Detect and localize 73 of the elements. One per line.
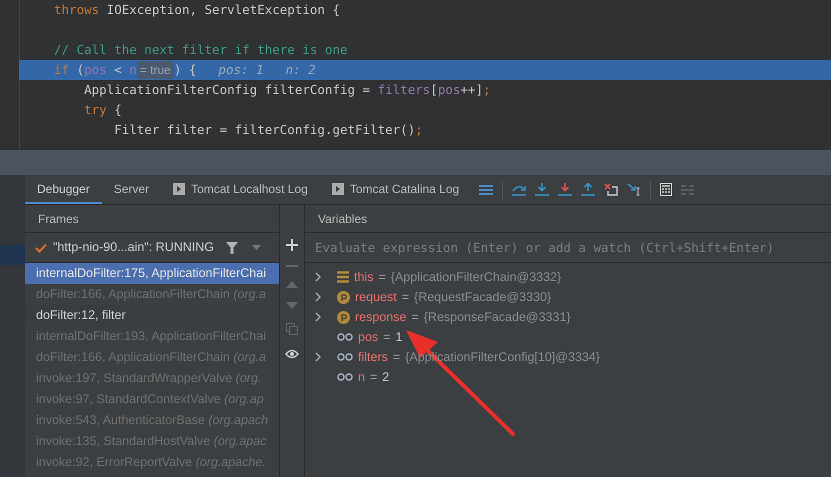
variable-name: filters bbox=[358, 348, 388, 366]
thread-selector[interactable]: "http-nio-90...ain": RUNNING bbox=[53, 238, 214, 257]
inline-value: pos: 1 bbox=[218, 60, 264, 79]
tab[interactable]: Tomcat Localhost Log bbox=[161, 175, 320, 204]
code-token: ( bbox=[76, 60, 84, 79]
variable-name: response bbox=[355, 308, 406, 326]
parameter-icon bbox=[337, 290, 350, 304]
code-token: throws bbox=[54, 0, 100, 19]
code-token: IOException, ServletException { bbox=[106, 0, 340, 19]
code-token: if bbox=[54, 60, 70, 79]
code-token: < bbox=[113, 60, 123, 79]
eye-icon[interactable] bbox=[285, 349, 299, 359]
expression-input-field[interactable]: Evaluate expression (Enter) or add a watch (Ctrl+Shift+Enter) bbox=[305, 233, 831, 263]
inline-value: n: 2 bbox=[286, 60, 316, 79]
variable-name: this bbox=[354, 268, 374, 286]
variable-value: {ApplicationFilterChain@3332} bbox=[390, 268, 562, 286]
local-variable-icon bbox=[337, 373, 353, 381]
step-out-icon[interactable] bbox=[581, 183, 596, 196]
filter-icon[interactable] bbox=[226, 242, 238, 254]
parameter-icon bbox=[337, 310, 350, 324]
variable-value: {RequestFacade@3330} bbox=[414, 288, 552, 306]
equals-sign: = bbox=[402, 288, 410, 306]
variable-value: 2 bbox=[382, 368, 390, 386]
dropdown-arrow-icon[interactable] bbox=[252, 245, 262, 250]
code-token: ; bbox=[482, 80, 491, 99]
code-token: ; bbox=[415, 120, 423, 139]
variable-name: pos bbox=[358, 328, 378, 346]
field-list-icon bbox=[337, 271, 349, 283]
run-to-cursor-icon[interactable] bbox=[627, 183, 642, 196]
local-variable-icon bbox=[337, 353, 353, 361]
variable-value: {ResponseFacade@3331} bbox=[424, 308, 571, 326]
code-comment: // Call the next filter if there is one bbox=[54, 40, 348, 59]
calculator-icon[interactable] bbox=[660, 183, 672, 196]
copy-icon[interactable] bbox=[286, 323, 298, 335]
menu-icon[interactable] bbox=[479, 184, 494, 196]
tab[interactable]: Debugger bbox=[25, 175, 102, 204]
drop-frame-icon[interactable] bbox=[604, 183, 618, 196]
variable-name: request bbox=[355, 288, 397, 306]
tab[interactable]: Tomcat Catalina Log bbox=[320, 175, 472, 204]
code-token: ApplicationFilterConfig filterConfig = bbox=[83, 80, 372, 99]
sidebar-selection bbox=[0, 245, 25, 265]
code-token: pos bbox=[438, 80, 460, 99]
code-token: [ bbox=[430, 80, 438, 99]
down-arrow-icon[interactable] bbox=[286, 302, 298, 309]
code-token: n bbox=[129, 60, 137, 79]
console-icon bbox=[332, 182, 344, 194]
code-token: try bbox=[83, 100, 107, 119]
code-token: { bbox=[113, 100, 122, 119]
step-into-icon[interactable] bbox=[535, 183, 550, 196]
equals-sign: = bbox=[378, 268, 386, 286]
panel-title: Variables bbox=[305, 205, 831, 233]
settings-list-icon[interactable] bbox=[681, 184, 694, 194]
code-token: ++] bbox=[460, 80, 483, 99]
equals-sign: = bbox=[383, 328, 390, 346]
variable-name: n bbox=[358, 368, 365, 386]
up-arrow-icon[interactable] bbox=[286, 281, 298, 288]
equals-sign: = bbox=[370, 368, 378, 386]
code-token: pos bbox=[84, 60, 107, 79]
force-step-into-icon[interactable] bbox=[558, 183, 572, 196]
code-token: filters bbox=[378, 80, 430, 99]
stack-frame[interactable]: internalDoFilter:175, ApplicationFilterChai bbox=[25, 263, 279, 284]
equals-sign: = bbox=[392, 348, 400, 366]
add-icon[interactable] bbox=[286, 239, 298, 251]
code-token: ) { bbox=[174, 60, 196, 79]
step-over-icon[interactable] bbox=[512, 184, 526, 196]
variable-value: 1 bbox=[395, 328, 402, 346]
local-variable-icon bbox=[337, 333, 353, 341]
value-hint: = true bbox=[136, 61, 174, 79]
code-token: Filter filter = filterConfig.getFilter() bbox=[113, 120, 416, 139]
tab[interactable]: Server bbox=[102, 175, 162, 204]
equals-sign: = bbox=[411, 308, 419, 326]
checkmark-icon bbox=[35, 242, 47, 252]
console-icon bbox=[173, 182, 186, 194]
